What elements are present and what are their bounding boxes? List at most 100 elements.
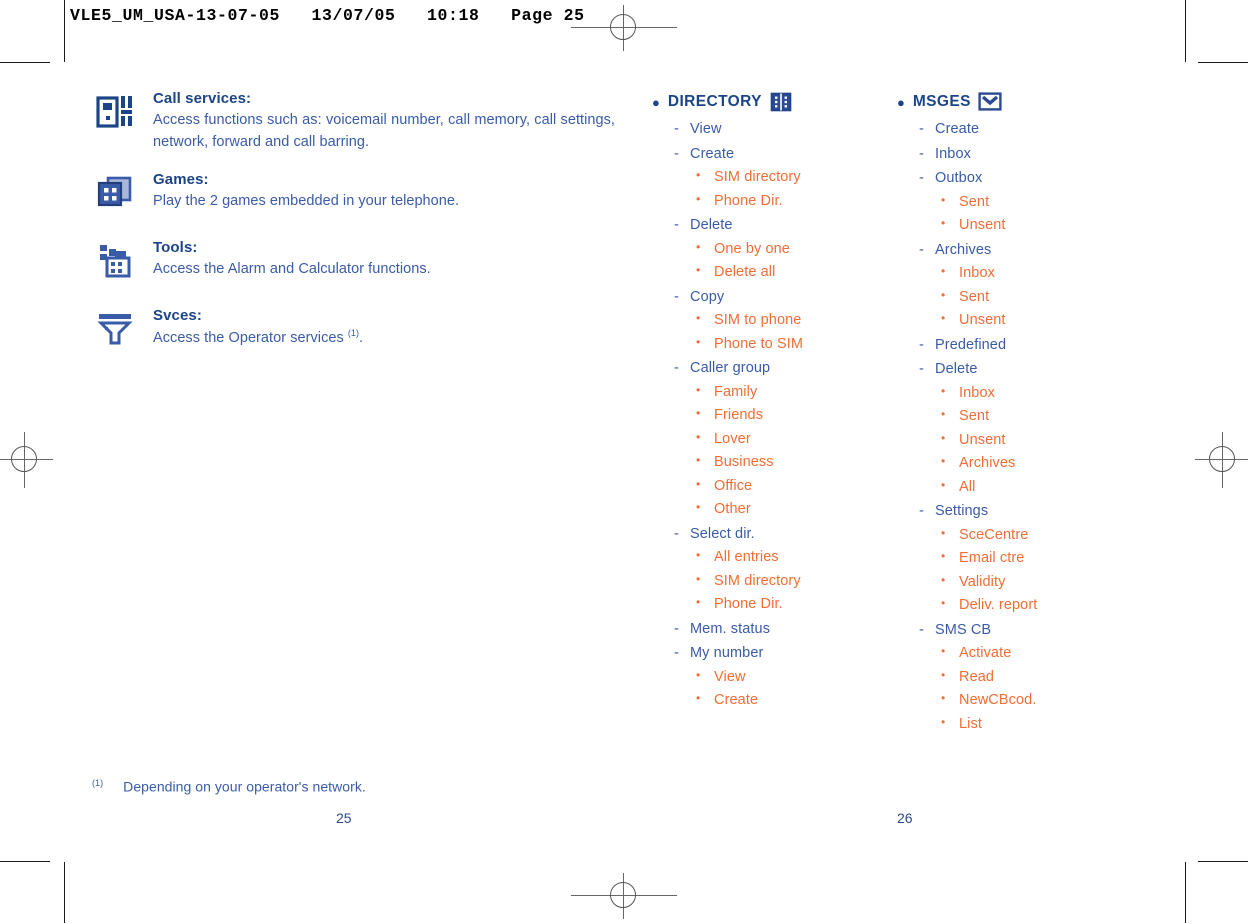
menu-item-level2[interactable]: Office: [652, 478, 902, 494]
tools-icon: [95, 241, 135, 281]
directory-column: ● DIRECTORY View Create SIM directory Phone…: [652, 92, 902, 708]
feature-row: Games: Play the 2 games embedded in your…: [95, 169, 615, 221]
feature-description: Access the Alarm and Calculator function…: [153, 261, 431, 277]
menu-item-level1[interactable]: Select dir.: [652, 526, 902, 542]
menu-item-level1[interactable]: Archives: [897, 242, 1147, 258]
feature-title: Call services:: [153, 90, 252, 107]
menu-item-level1[interactable]: View: [652, 122, 902, 137]
menu-item-level2[interactable]: All entries: [652, 549, 902, 565]
footnote-text: Depending on your operator's network.: [123, 778, 366, 795]
call-services-icon: [95, 92, 135, 132]
menu-item-level2[interactable]: View: [652, 669, 902, 685]
menu-item-level2[interactable]: Sent: [897, 289, 1147, 305]
menu-item-level2[interactable]: Inbox: [897, 265, 1147, 281]
crop-mark-top-right-horizontal: [1198, 62, 1248, 63]
feature-description: Play the 2 games embedded in your teleph…: [153, 193, 460, 209]
menu-item-level1[interactable]: Delete: [897, 362, 1147, 377]
msges-column: ● MSGES Create Inbox Outbox Sent Unsent Archi…: [897, 92, 1147, 731]
feature-body: Games: Play the 2 games embedded in your…: [153, 169, 615, 213]
menu-item-level2[interactable]: SIM directory: [652, 169, 902, 185]
menu-item-level2[interactable]: SIM to phone: [652, 312, 902, 328]
menu-item-level2[interactable]: Email ctre: [897, 550, 1147, 566]
feature-body: Tools: Access the Alarm and Calculator f…: [153, 237, 615, 281]
menu-item-level2[interactable]: Unsent: [897, 217, 1147, 233]
menu-item-level1[interactable]: Create: [652, 146, 902, 162]
services-icon: [95, 309, 135, 349]
menu-item-level2[interactable]: Phone to SIM: [652, 336, 902, 352]
feature-row: Call services: Access functions such as:…: [95, 88, 615, 153]
feature-row: Tools: Access the Alarm and Calculator f…: [95, 237, 615, 289]
registration-mark-right: [1195, 432, 1248, 488]
msges-tree: Create Inbox Outbox Sent Unsent Archives Inbox…: [897, 122, 1147, 731]
menu-item-level2[interactable]: SceCentre: [897, 527, 1147, 543]
menu-item-level2[interactable]: Sent: [897, 408, 1147, 424]
feature-body: Call services: Access functions such as:…: [153, 88, 615, 153]
menu-item-level2[interactable]: SIM directory: [652, 573, 902, 589]
menu-item-level2[interactable]: One by one: [652, 241, 902, 257]
feature-row: Svces: Access the Operator services (1).: [95, 305, 615, 357]
registration-mark-top: [571, 0, 677, 56]
directory-tree: View Create SIM directory Phone Dir. Delete O…: [652, 122, 902, 708]
menu-item-level2[interactable]: Archives: [897, 455, 1147, 471]
menu-item-level2[interactable]: Unsent: [897, 312, 1147, 328]
menu-item-level2[interactable]: Phone Dir.: [652, 596, 902, 612]
bullet-icon: ●: [897, 94, 905, 110]
print-slug: VLE5_UM_USA-13-07-05 13/07/05 10:18 Page…: [70, 6, 585, 25]
menu-item-level1[interactable]: Create: [897, 122, 1147, 137]
menu-item-level1[interactable]: Copy: [652, 289, 902, 305]
envelope-icon: [978, 92, 1002, 112]
feature-title: Games:: [153, 171, 209, 189]
menu-item-level2[interactable]: Deliv. report: [897, 597, 1147, 613]
menu-item-level2[interactable]: Phone Dir.: [652, 193, 902, 209]
feature-title: Tools:: [153, 239, 198, 257]
menu-item-level2[interactable]: List: [897, 716, 1147, 732]
feature-list: Call services: Access functions such as:…: [95, 88, 615, 373]
menu-item-level2[interactable]: Validity: [897, 574, 1147, 590]
crop-mark-bottom-right-vertical: [1185, 862, 1186, 923]
page-number-right: 26: [897, 810, 913, 826]
crop-mark-bottom-left-vertical: [64, 862, 65, 923]
feature-description: Access the Operator services (1).: [153, 327, 615, 350]
menu-item-level2[interactable]: Friends: [652, 407, 902, 423]
registration-mark-left: [0, 432, 53, 488]
menu-item-level1[interactable]: Inbox: [897, 146, 1147, 162]
footnote: (1) Depending on your operator's network.: [92, 778, 366, 795]
menu-item-level1[interactable]: Settings: [897, 504, 1147, 519]
menu-item-level2[interactable]: Sent: [897, 194, 1147, 210]
feature-title: Svces:: [153, 307, 202, 325]
menu-item-level1[interactable]: Mem. status: [652, 621, 902, 637]
menu-item-level1[interactable]: Caller group: [652, 361, 902, 376]
feature-body: Svces: Access the Operator services (1).: [153, 305, 615, 349]
menu-item-level2[interactable]: Create: [652, 692, 902, 708]
menu-item-level2[interactable]: Lover: [652, 431, 902, 447]
menu-item-level1[interactable]: SMS CB: [897, 622, 1147, 638]
menu-item-level2[interactable]: Other: [652, 501, 902, 517]
registration-mark-bottom: [571, 868, 677, 924]
msges-heading: ● MSGES: [897, 92, 1147, 112]
directory-title: DIRECTORY: [667, 93, 762, 110]
menu-item-level2[interactable]: Business: [652, 454, 902, 470]
crop-mark-bottom-right-horizontal: [1198, 861, 1248, 862]
menu-item-level2[interactable]: Delete all: [652, 264, 902, 280]
crop-mark-left-vertical: [64, 0, 65, 62]
crop-mark-right-vertical: [1185, 0, 1186, 62]
bullet-icon: ●: [652, 94, 660, 110]
menu-item-level2[interactable]: NewCBcod.: [897, 692, 1147, 708]
feature-description: Access functions such as: voicemail numb…: [153, 111, 615, 150]
games-icon: [95, 173, 135, 213]
menu-item-level1[interactable]: Outbox: [897, 171, 1147, 186]
directory-book-icon: [769, 92, 793, 112]
menu-item-level2[interactable]: Activate: [897, 645, 1147, 661]
menu-item-level1[interactable]: Delete: [652, 218, 902, 233]
menu-item-level1[interactable]: My number: [652, 646, 902, 661]
menu-item-level2[interactable]: Inbox: [897, 385, 1147, 401]
menu-item-level2[interactable]: Read: [897, 669, 1147, 685]
feature-description-text: Access the Operator services: [153, 329, 348, 346]
menu-item-level2[interactable]: Unsent: [897, 432, 1147, 448]
menu-item-level1[interactable]: Predefined: [897, 337, 1147, 353]
footnote-reference: (1): [347, 328, 360, 338]
menu-item-level2[interactable]: Family: [652, 384, 902, 400]
menu-item-level2[interactable]: All: [897, 479, 1147, 495]
feature-description-period: .: [359, 329, 364, 346]
msges-title: MSGES: [912, 93, 971, 110]
